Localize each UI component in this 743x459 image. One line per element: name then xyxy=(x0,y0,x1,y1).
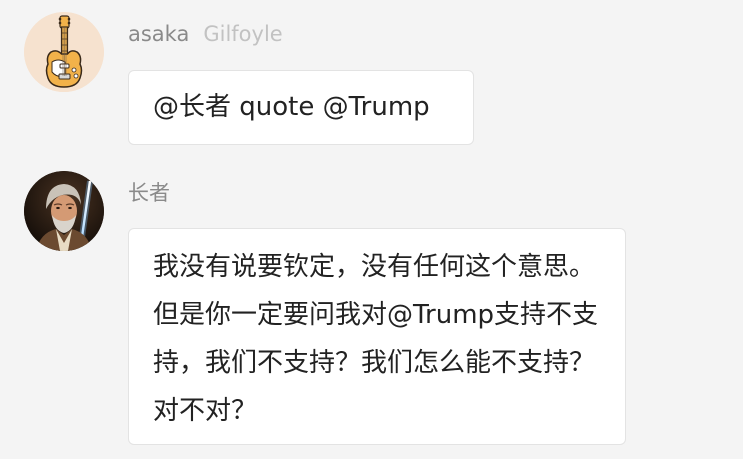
avatar[interactable] xyxy=(24,171,104,251)
electric-guitar-icon xyxy=(24,12,104,92)
sender-name[interactable]: 长者 xyxy=(128,181,170,205)
jedi-portrait-avatar xyxy=(24,171,104,251)
sender-name[interactable]: asaka xyxy=(128,22,189,46)
message-bubble[interactable]: @长者 quote @Trump xyxy=(128,70,474,145)
avatar[interactable] xyxy=(24,12,104,92)
sender-tag: Gilfoyle xyxy=(203,22,283,46)
chat-message: asaka Gilfoyle @长者 quote @Trump xyxy=(0,0,743,160)
chat-message: 长者 我没有说要钦定，没有任何这个意思。但是你一定要问我对@Trump支持不支持… xyxy=(0,160,743,459)
message-bubble[interactable]: 我没有说要钦定，没有任何这个意思。但是你一定要问我对@Trump支持不支持，我们… xyxy=(128,228,626,445)
sender-row: 长者 xyxy=(128,180,170,206)
sender-row: asaka Gilfoyle xyxy=(128,21,283,47)
